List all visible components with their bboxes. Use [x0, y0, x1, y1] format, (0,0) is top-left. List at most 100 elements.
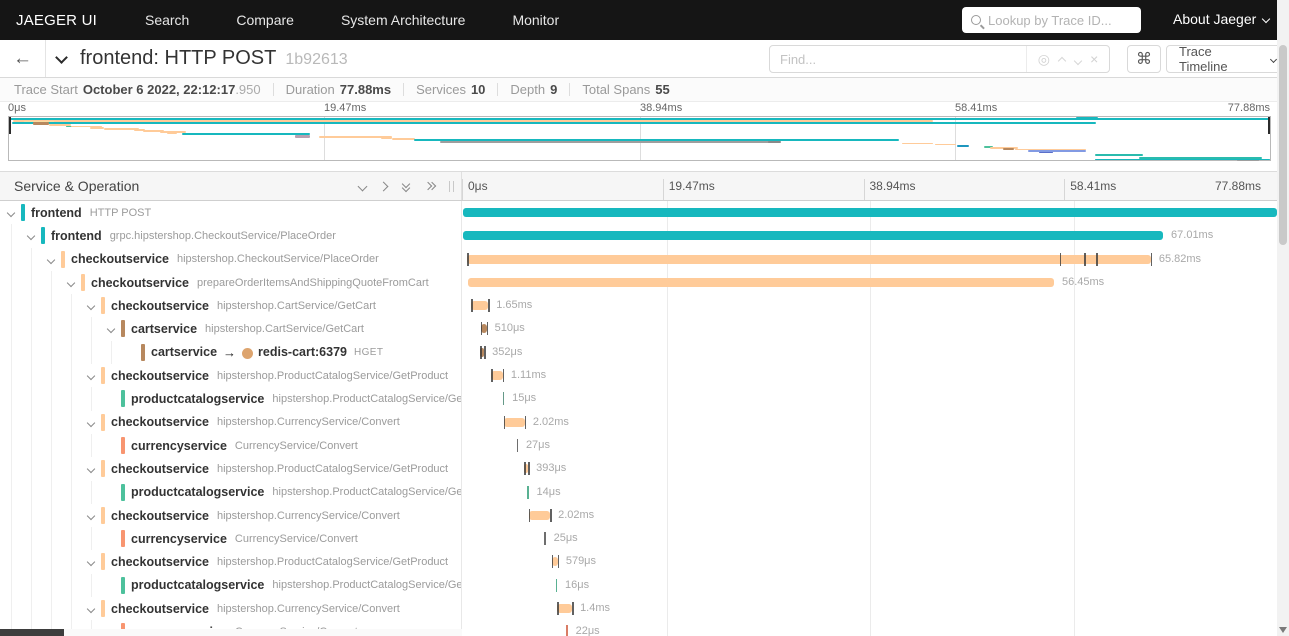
tree-row[interactable]: frontend grpc.hipstershop.CheckoutService…	[0, 224, 461, 248]
indent-guide	[71, 457, 72, 481]
span-bar-row[interactable]: 1.11ms	[463, 364, 1277, 387]
tree-horizontal-scrollbar[interactable]	[0, 629, 462, 636]
span-duration-bar[interactable]	[471, 301, 489, 311]
tree-row[interactable]: cartservice → redis-cart:6379 HGET	[0, 340, 461, 365]
row-expand-chevron-icon[interactable]	[86, 465, 96, 474]
span-duration-bar[interactable]	[528, 510, 551, 520]
span-bar-row[interactable]: 27μs	[463, 434, 1277, 457]
span-bar-row[interactable]: 1.65ms	[463, 294, 1277, 317]
span-bar-row[interactable]: 56.45ms	[463, 271, 1277, 294]
tree-row[interactable]: checkoutservice hipstershop.CurrencyServi…	[0, 410, 461, 434]
row-expand-chevron-icon[interactable]	[86, 301, 96, 311]
tree-row[interactable]: currencyservice CurrencyService/Convert	[0, 527, 461, 551]
expand-all-icon[interactable]	[423, 181, 437, 191]
tree-row[interactable]: frontend HTTP POST	[0, 201, 461, 224]
indent-guide	[11, 573, 12, 598]
tree-row[interactable]: checkoutservice hipstershop.ProductCatalo…	[0, 457, 461, 481]
minimap-tick: 58.41ms	[955, 102, 998, 114]
row-expand-chevron-icon[interactable]	[6, 208, 16, 218]
find-input[interactable]: Find...	[770, 46, 1027, 72]
tree-row[interactable]: checkoutservice hipstershop.CartService/G…	[0, 294, 461, 318]
trace-view-label: Trace Timeline	[1179, 44, 1228, 74]
span-bar-row[interactable]: 25μs	[463, 527, 1277, 550]
tree-row[interactable]: cartservice hipstershop.CartService/GetCa…	[0, 317, 461, 341]
tree-row[interactable]: checkoutservice hipstershop.CurrencyServi…	[0, 503, 461, 528]
tree-row[interactable]: productcatalogservice hipstershop.Product…	[0, 387, 461, 411]
span-duration-bar[interactable]	[463, 231, 1164, 241]
collapse-all-icon[interactable]	[401, 179, 411, 193]
prev-match-icon[interactable]	[1058, 56, 1067, 66]
row-expand-chevron-icon[interactable]	[86, 418, 96, 427]
span-duration-bar[interactable]	[491, 371, 503, 381]
row-expand-chevron-icon[interactable]	[66, 278, 76, 288]
span-bar-row[interactable]: 15μs	[463, 387, 1277, 410]
minimap-span-segment	[1027, 150, 1086, 153]
span-duration-tick	[544, 532, 546, 546]
span-duration-bar[interactable]	[467, 277, 1054, 287]
clear-find-icon[interactable]: ×	[1090, 52, 1098, 66]
row-expand-chevron-icon[interactable]	[106, 325, 116, 334]
span-duration-bar[interactable]	[463, 208, 1277, 217]
about-jaeger-menu[interactable]: About Jaeger	[1173, 11, 1271, 27]
span-duration-bar[interactable]	[467, 254, 1151, 264]
span-bar-row[interactable]: 22μs	[463, 620, 1277, 636]
minimap-left-scrubber[interactable]	[9, 117, 11, 134]
span-bar-row[interactable]: 393μs	[463, 457, 1277, 480]
span-bar-row[interactable]: 2.02ms	[463, 504, 1277, 527]
row-expand-chevron-icon[interactable]	[86, 371, 96, 381]
span-bar-row[interactable]: 16μs	[463, 574, 1277, 597]
span-duration-label: 56.45ms	[1061, 275, 1105, 288]
trace-view-selector[interactable]: Trace Timeline	[1166, 44, 1289, 74]
tree-row[interactable]: productcatalogservice hipstershop.Product…	[0, 480, 461, 504]
span-bar-row[interactable]: 510μs	[463, 317, 1277, 340]
next-match-icon[interactable]	[1073, 56, 1082, 66]
span-bar-row[interactable]: 579μs	[463, 550, 1277, 573]
trace-id-lookup-input[interactable]: Lookup by Trace ID...	[962, 7, 1141, 33]
minimap-tick: 19.47ms	[324, 102, 367, 114]
span-bar-row[interactable]	[463, 201, 1277, 224]
divider	[569, 83, 571, 96]
row-expand-chevron-icon[interactable]	[86, 511, 96, 521]
keyboard-shortcuts-button[interactable]: ⌘	[1127, 45, 1161, 73]
minimap-right-scrubber[interactable]	[1268, 117, 1270, 134]
scroll-down-arrow-icon[interactable]	[1279, 627, 1287, 633]
tree-row[interactable]: checkoutservice hipstershop.CheckoutServi…	[0, 247, 461, 271]
tree-row[interactable]: checkoutservice hipstershop.CurrencyServi…	[0, 597, 461, 621]
span-duration-bar[interactable]	[557, 604, 573, 614]
indent-guide	[31, 294, 32, 318]
app-logo[interactable]: JAEGER UI	[16, 12, 97, 29]
expand-one-icon[interactable]	[378, 181, 389, 191]
trace-collapse-chevron-icon[interactable]	[55, 51, 68, 64]
tree-row[interactable]: checkoutservice prepareOrderItemsAndShipp…	[0, 270, 461, 295]
row-expand-chevron-icon[interactable]	[86, 558, 96, 567]
nav-item-compare[interactable]: Compare	[236, 12, 294, 28]
scrollbar-thumb[interactable]	[0, 629, 64, 636]
service-operation-title: Service & Operation	[14, 178, 140, 194]
vertical-scrollbar[interactable]	[1277, 0, 1289, 636]
nav-item-monitor[interactable]: Monitor	[512, 12, 559, 28]
row-expand-chevron-icon[interactable]	[86, 604, 96, 614]
indent-guide	[31, 364, 32, 388]
nav-item-search[interactable]: Search	[145, 12, 189, 28]
nav-item-system-architecture[interactable]: System Architecture	[341, 12, 466, 28]
span-bar-row[interactable]: 1.4ms	[463, 597, 1277, 620]
span-bar-row[interactable]: 67.01ms	[463, 224, 1277, 247]
tree-row[interactable]: checkoutservice hipstershop.ProductCatalo…	[0, 550, 461, 574]
span-duration-bar[interactable]	[503, 417, 525, 427]
span-bar-row[interactable]: 65.82ms	[463, 248, 1277, 271]
tree-row[interactable]: currencyservice CurrencyService/Convert	[0, 433, 461, 458]
tree-row[interactable]: productcatalogservice hipstershop.Product…	[0, 573, 461, 598]
back-button[interactable]: ←	[0, 40, 46, 77]
row-expand-chevron-icon[interactable]	[26, 232, 36, 241]
minimap-tick: 38.94ms	[640, 102, 683, 114]
collapse-one-icon[interactable]	[357, 181, 368, 191]
scrollbar-thumb[interactable]	[1279, 45, 1287, 245]
trace-minimap[interactable]	[8, 116, 1271, 162]
span-bar-row[interactable]: 352μs	[463, 341, 1277, 364]
tree-row[interactable]: checkoutservice hipstershop.ProductCatalo…	[0, 364, 461, 388]
span-bar-row[interactable]: 2.02ms	[463, 411, 1277, 434]
focus-match-icon[interactable]: ◎	[1038, 52, 1050, 66]
span-bar-row[interactable]: 14μs	[463, 481, 1277, 504]
column-resizer-handle[interactable]	[449, 181, 454, 192]
row-expand-chevron-icon[interactable]	[46, 255, 56, 264]
